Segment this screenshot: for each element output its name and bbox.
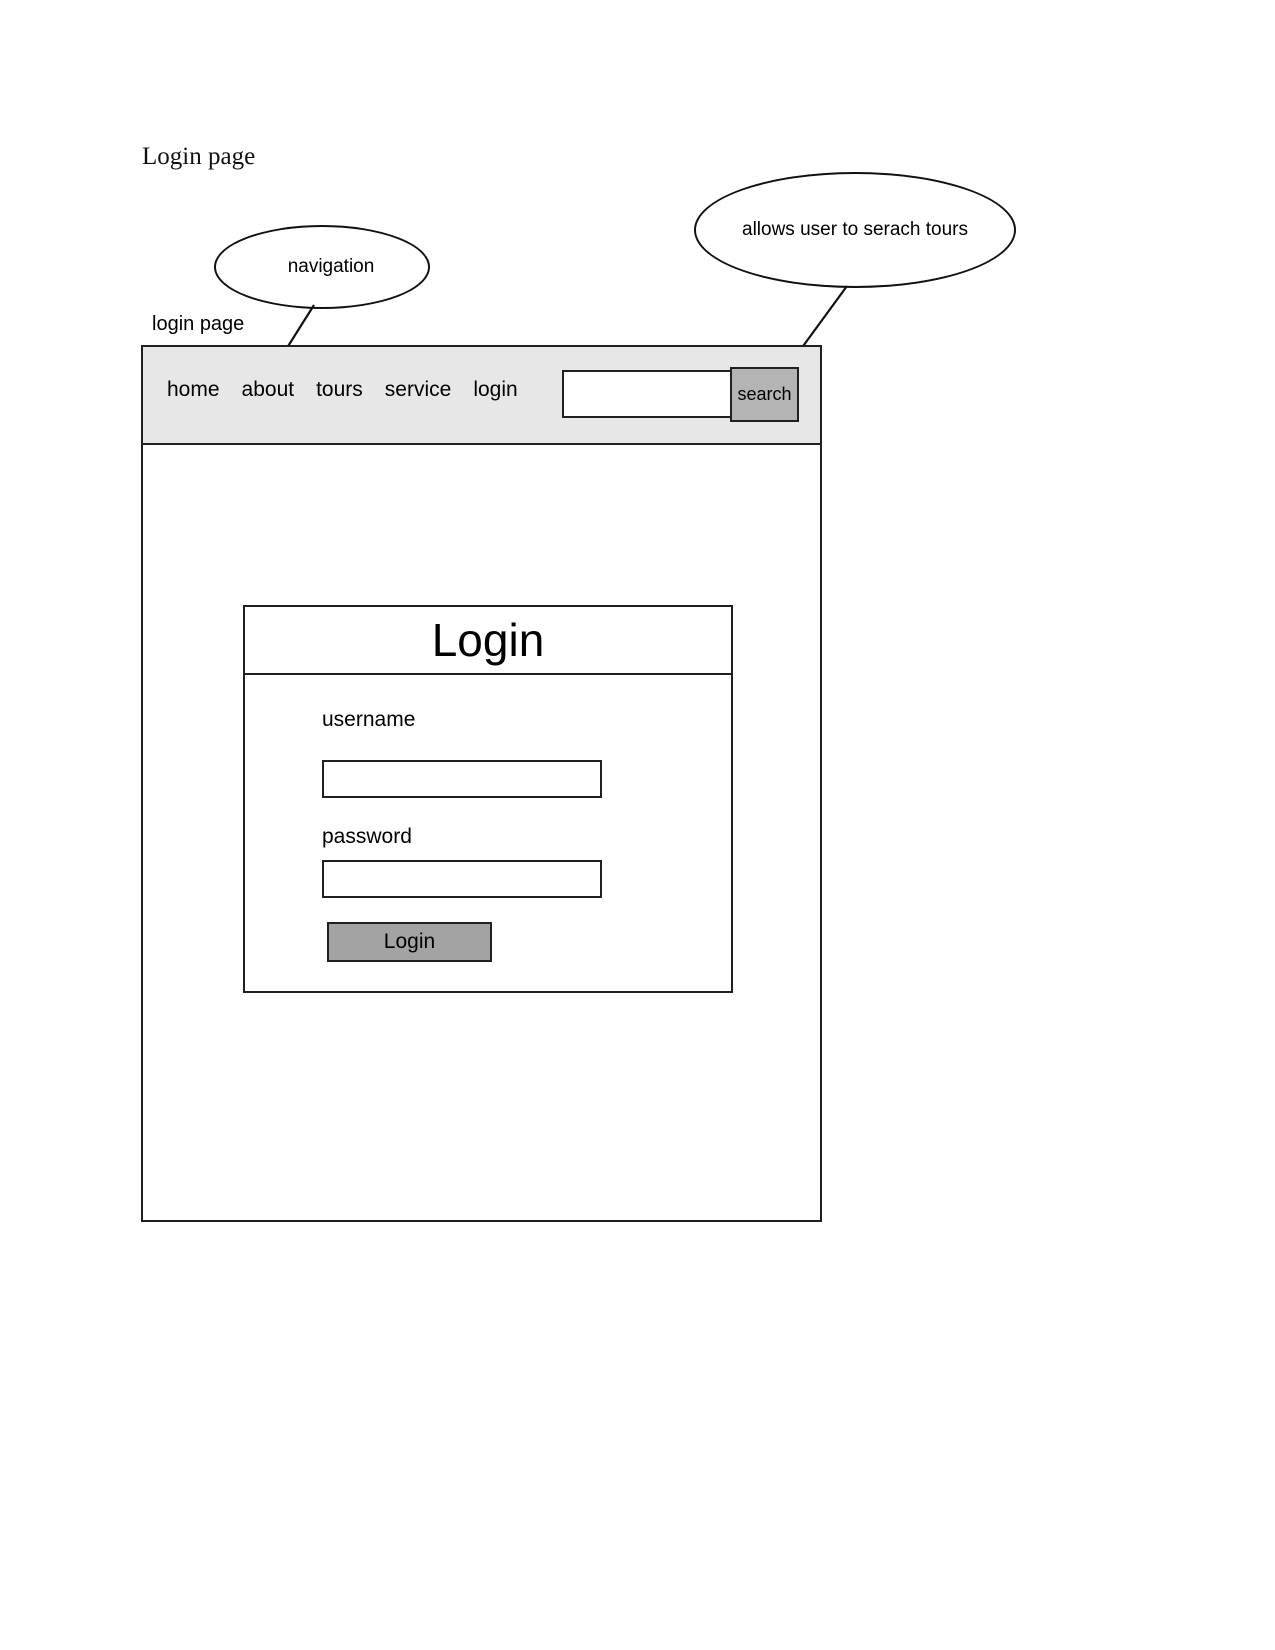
password-label: password xyxy=(322,825,412,848)
annotation-callout-search-label: allows user to serach tours xyxy=(742,219,968,240)
nav-link-login[interactable]: login xyxy=(473,378,517,402)
nav-link-about[interactable]: about xyxy=(242,378,295,402)
navigation-bar: home about tours service login search xyxy=(143,347,820,445)
nav-link-tours[interactable]: tours xyxy=(316,378,363,402)
search-button[interactable]: search xyxy=(730,367,799,422)
nav-link-home[interactable]: home xyxy=(167,378,220,402)
login-card-title: Login xyxy=(431,614,545,666)
page-title: Login page xyxy=(142,143,256,170)
username-label: username xyxy=(322,708,416,731)
navigation-links: home about tours service login xyxy=(167,378,518,402)
login-card-header: Login xyxy=(245,607,731,675)
password-input[interactable] xyxy=(322,860,602,898)
search-input[interactable] xyxy=(562,370,732,418)
annotation-callout-search: allows user to serach tours xyxy=(694,172,1016,288)
search-widget: search xyxy=(562,367,799,422)
annotation-callout-navigation-label: navigation xyxy=(287,256,375,277)
wireframe-label: login page xyxy=(152,313,245,335)
login-submit-button[interactable]: Login xyxy=(327,922,492,962)
wireframe-page-frame: home about tours service login search Lo… xyxy=(141,345,822,1222)
username-input[interactable] xyxy=(322,760,602,798)
nav-link-service[interactable]: service xyxy=(385,378,452,402)
annotation-callout-navigation: navigation xyxy=(214,225,430,309)
login-card: Login username password Login xyxy=(243,605,733,993)
